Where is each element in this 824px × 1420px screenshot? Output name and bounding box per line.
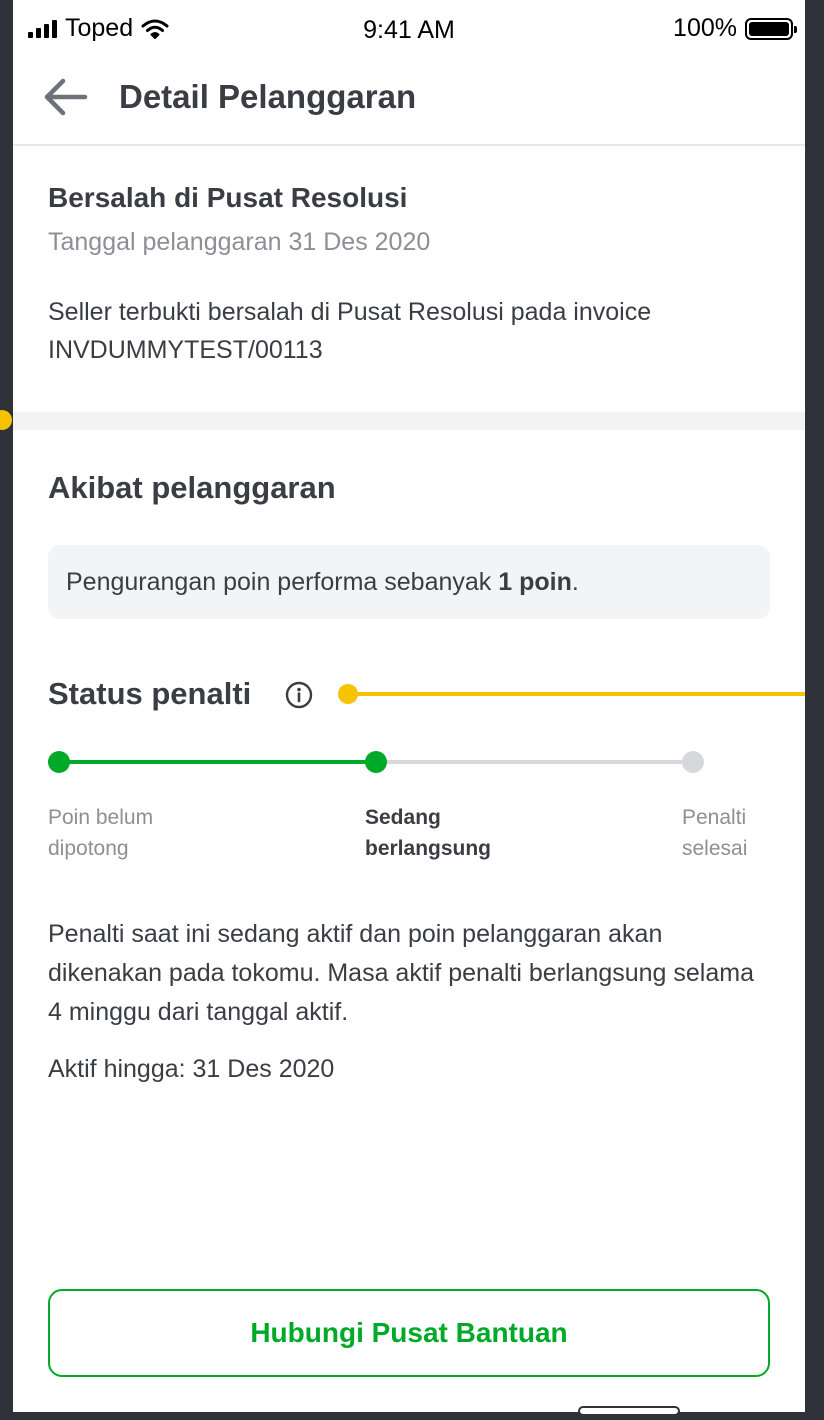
active-until: Aktif hingga: 31 Des 2020: [48, 1055, 335, 1083]
home-indicator: [578, 1406, 680, 1416]
effect-box: Pengurangan poin performa sebanyak 1 poi…: [48, 545, 770, 619]
progress-track-complete: [59, 760, 376, 764]
app-bar: Detail Pelanggaran: [13, 60, 805, 146]
battery-percentage: 100%: [673, 14, 737, 42]
step-label-1-line2: dipotong: [48, 837, 129, 860]
step-label-3-line1: Penalti: [682, 806, 747, 829]
effect-text-suffix: .: [571, 567, 579, 596]
step-label-2-line2: berlangsung: [365, 837, 492, 860]
violation-date: Tanggal pelanggaran 31 Des 2020: [48, 228, 431, 256]
step-label-2: Sedang berlangsung: [365, 802, 491, 864]
section-divider: [13, 412, 805, 430]
phone-screen: Toped 9:41 AM 100% Detail Pelanggaran Be…: [13, 0, 805, 1412]
violation-title: Bersalah di Pusat Resolusi: [48, 182, 408, 213]
effect-heading: Akibat pelanggaran: [48, 470, 336, 505]
step-label-1: Poin belum dipotong: [48, 802, 153, 864]
violation-description: Seller terbukti bersalah di Pusat Resolu…: [48, 298, 652, 364]
penalty-status-heading: Status penalti: [48, 676, 252, 711]
contact-help-center-button[interactable]: Hubungi Pusat Bantuan: [48, 1289, 770, 1377]
step-label-3: Penalti selesai: [682, 802, 747, 864]
step-dot-1: [48, 751, 70, 773]
effect-points: 1 poin: [498, 567, 572, 596]
status-bar: Toped 9:41 AM 100%: [13, 0, 805, 60]
violation-summary: Bersalah di Pusat Resolusi Tanggal pelan…: [48, 182, 768, 369]
step-dot-2: [365, 751, 387, 773]
effect-text-prefix: Pengurangan poin performa sebanyak: [66, 567, 499, 596]
annotation-marker: [0, 410, 12, 430]
step-label-2-line1: Sedang: [365, 806, 441, 829]
penalty-description: Penalti saat ini sedang aktif dan poin p…: [48, 920, 754, 1026]
back-arrow-icon[interactable]: [41, 76, 89, 118]
battery-icon: [745, 17, 797, 40]
progress-track-remaining: [376, 760, 693, 764]
annotation-line: [348, 692, 805, 696]
step-label-3-line2: selesai: [682, 837, 748, 860]
info-icon[interactable]: [285, 681, 313, 709]
status-right: 100%: [673, 14, 797, 43]
page-title: Detail Pelanggaran: [119, 78, 417, 115]
step-dot-3: [682, 751, 704, 773]
annotation-marker: [338, 684, 358, 704]
step-label-1-line1: Poin belum: [48, 806, 154, 829]
